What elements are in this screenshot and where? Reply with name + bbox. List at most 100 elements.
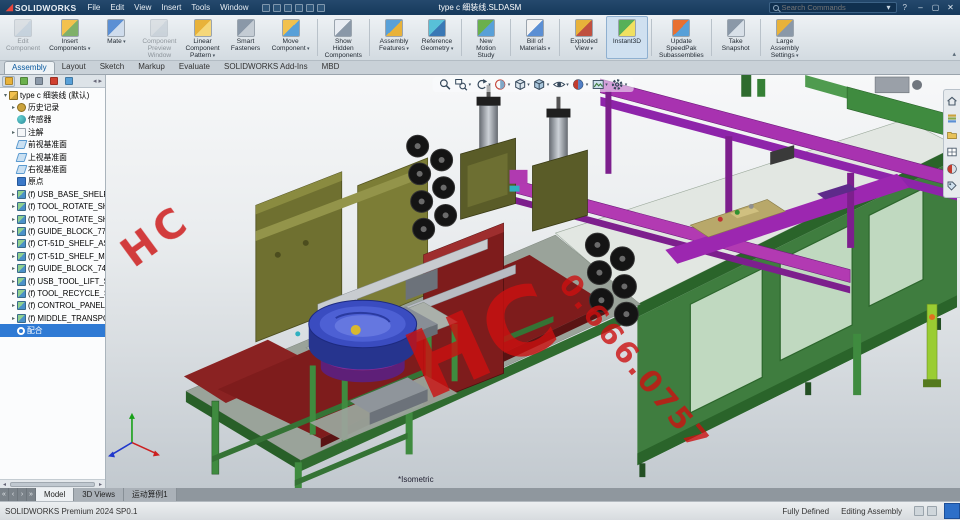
panel-horizontal-scrollbar[interactable]: ◂ ▸ (0, 479, 105, 488)
configurationmanager-tab[interactable] (32, 76, 45, 87)
tab-scroll-button-2[interactable]: › (18, 488, 27, 501)
status-tag-icon[interactable] (927, 506, 937, 516)
tree-item-item-5[interactable]: 上视基准面 (0, 151, 105, 163)
save-icon[interactable] (283, 3, 292, 12)
search-dropdown-arrow-icon[interactable]: ▾ (885, 3, 893, 12)
edit-appearance-button[interactable]: ▾ (572, 78, 588, 91)
tab-markup[interactable]: Markup (131, 61, 172, 74)
tree-item-item-2[interactable]: 传感器 (0, 114, 105, 126)
file-explorer-tab[interactable] (946, 129, 958, 141)
previous-view-button[interactable]: ▾ (474, 78, 491, 91)
menu-view[interactable]: View (129, 3, 156, 12)
custom-properties-tab[interactable] (946, 180, 958, 192)
new-icon[interactable] (261, 3, 270, 12)
solidworks-resources-tab[interactable] (946, 95, 958, 107)
tree-item-f-ct-51d-shelf-mir[interactable]: ▸ (f) CT-51D_SHELF_MIR (0, 250, 105, 262)
ribbon-button-show-hidden-components[interactable]: Show Hidden Components (321, 16, 366, 59)
menu-file[interactable]: File (82, 3, 105, 12)
menu-insert[interactable]: Insert (156, 3, 186, 12)
apply-scene-button[interactable]: ▾ (591, 78, 608, 91)
tree-item-item-6[interactable]: 右视基准面 (0, 163, 105, 175)
ribbon-button-smart-fasteners[interactable]: Smart Fasteners (225, 16, 267, 59)
tree-item-f-middle-transpor[interactable]: ▸ (f) MIDDLE_TRANSPOR (0, 312, 105, 324)
expand-arrow-icon[interactable]: ▸ (10, 253, 17, 260)
expand-arrow-icon[interactable]: ▸ (10, 129, 17, 136)
view-orientation-button[interactable]: ▾ (513, 78, 530, 91)
panel-chevron-left[interactable]: ◂ (93, 77, 97, 85)
tree-item-item-4[interactable]: 前视基准面 (0, 139, 105, 151)
zoom-to-area-button[interactable]: ▾ (455, 78, 471, 91)
tab-scroll-button-3[interactable]: » (27, 488, 36, 501)
expand-arrow-icon[interactable]: ▸ (10, 302, 17, 309)
ribbon-button-mate[interactable]: Mate ▾ (95, 16, 137, 59)
bottom-tab-model[interactable]: Model (36, 488, 75, 501)
tab-scroll-button-0[interactable]: « (0, 488, 9, 501)
maximize-button[interactable]: ▢ (928, 3, 943, 12)
display-style-button[interactable]: ▾ (533, 78, 549, 91)
menu-window[interactable]: Window (215, 3, 253, 12)
tree-item-f-guide-block-778-s[interactable]: ▸ (f) GUIDE_BLOCK_778.S (0, 225, 105, 237)
ribbon-button-reference-geometry[interactable]: Reference Geometry ▾ (416, 16, 458, 59)
ribbon-button-linear-component-pattern[interactable]: Linear Component Pattern ▾ (181, 16, 223, 59)
ribbon-button-edit-component[interactable]: Edit Component (2, 16, 44, 59)
ribbon-button-exploded-view[interactable]: Exploded View ▾ (563, 16, 605, 59)
section-view-button[interactable]: ▾ (494, 78, 510, 91)
close-button[interactable]: ✕ (943, 3, 958, 12)
tree-item-f-usb-base-shelf-a[interactable]: ▸ (f) USB_BASE_SHELF_A (0, 188, 105, 200)
ribbon-button-new-motion-study[interactable]: New Motion Study (465, 16, 507, 59)
featuremanager-tab[interactable] (2, 75, 15, 87)
tree-item-item-19[interactable]: 配合 (0, 324, 105, 337)
expand-arrow-icon[interactable]: ▸ (10, 191, 17, 198)
tree-item-item-7[interactable]: 原点 (0, 176, 105, 188)
search-commands-box[interactable]: ▾ (768, 2, 897, 13)
expand-arrow-icon[interactable]: ▸ (10, 104, 17, 111)
undo-icon[interactable] (305, 3, 314, 12)
menu-edit[interactable]: Edit (105, 3, 129, 12)
expand-arrow-icon[interactable]: ▸ (10, 228, 17, 235)
expand-arrow-icon[interactable]: ▸ (10, 265, 17, 272)
tree-item-f-guide-block-746-s[interactable]: ▸ (f) GUIDE_BLOCK_746.S (0, 262, 105, 274)
rebuild-icon[interactable] (316, 3, 325, 12)
ribbon-button-take-snapshot[interactable]: Take Snapshot (715, 16, 757, 59)
graphics-area[interactable]: HC HC 0.666.0757 ▾ ▾ ▾ ▾ ▾ ▾ ▾ ▾ ▾ *Isometric (106, 75, 960, 488)
tab-layout[interactable]: Layout (55, 61, 93, 74)
tab-assembly[interactable]: Assembly (4, 61, 55, 74)
tree-item-f-control-panel-s[interactable]: ▸ (f) CONTROL_PANEL_S (0, 300, 105, 312)
expand-arrow-icon[interactable]: ▸ (10, 240, 17, 247)
tree-item-f-tool-rotate-sheli[interactable]: ▸ (f) TOOL_ROTATE_SHELI (0, 213, 105, 225)
bottom-tab-1[interactable]: 运动算例1 (124, 488, 177, 501)
hide-show-items-button[interactable]: ▾ (552, 78, 569, 91)
expand-arrow-icon[interactable]: ▸ (10, 290, 17, 297)
bottom-tab-3d-views[interactable]: 3D Views (74, 488, 125, 501)
tab-mbd[interactable]: MBD (315, 61, 347, 74)
expand-arrow-icon[interactable]: ▾ (2, 92, 9, 99)
tree-item-type-c[interactable]: ▾ type c 细装线 (默认) (0, 89, 105, 101)
ribbon-button-instant3d[interactable]: Instant3D (605, 16, 648, 59)
ribbon-button-assembly-features[interactable]: Assembly Features ▾ (373, 16, 415, 59)
expand-arrow-icon[interactable]: ▸ (10, 203, 17, 210)
minimize-button[interactable]: – (913, 3, 928, 12)
scroll-thumb[interactable] (10, 481, 95, 487)
tab-solidworks-add-ins[interactable]: SOLIDWORKS Add-Ins (217, 61, 315, 74)
dimxpertmanager-tab[interactable] (47, 76, 60, 87)
ribbon-button-move-component[interactable]: Move Component ▾ (268, 16, 314, 59)
status-corner-box[interactable] (944, 503, 960, 519)
print-icon[interactable] (294, 3, 303, 12)
ribbon-button-insert-components[interactable]: Insert Components ▾ (45, 16, 94, 59)
appearances-scenes-tab[interactable] (946, 163, 958, 175)
design-library-tab[interactable] (946, 112, 958, 124)
view-palette-tab[interactable] (946, 146, 958, 158)
menu-tools[interactable]: Tools (186, 3, 215, 12)
search-commands-input[interactable] (781, 3, 885, 12)
scroll-right-icon[interactable]: ▸ (96, 481, 105, 488)
open-icon[interactable] (272, 3, 281, 12)
ribbon-button-large-assembly-settings[interactable]: Large Assembly Settings ▾ (764, 16, 806, 59)
tree-item-item-1[interactable]: ▸ 历史记录 (0, 101, 105, 113)
zoom-to-fit-button[interactable] (439, 78, 452, 91)
tab-scroll-button-1[interactable]: ‹ (9, 488, 18, 501)
ribbon-button-component-preview-window[interactable]: Component Preview Window (138, 16, 180, 59)
ribbon-button-update-speedpak-subassemblies[interactable]: Update SpeedPak Subassemblies (655, 16, 708, 59)
expand-arrow-icon[interactable]: ▸ (10, 216, 17, 223)
tree-item-f-ct-51d-shelf-asm[interactable]: ▸ (f) CT-51D_SHELF_ASM (0, 238, 105, 250)
tab-evaluate[interactable]: Evaluate (172, 61, 217, 74)
